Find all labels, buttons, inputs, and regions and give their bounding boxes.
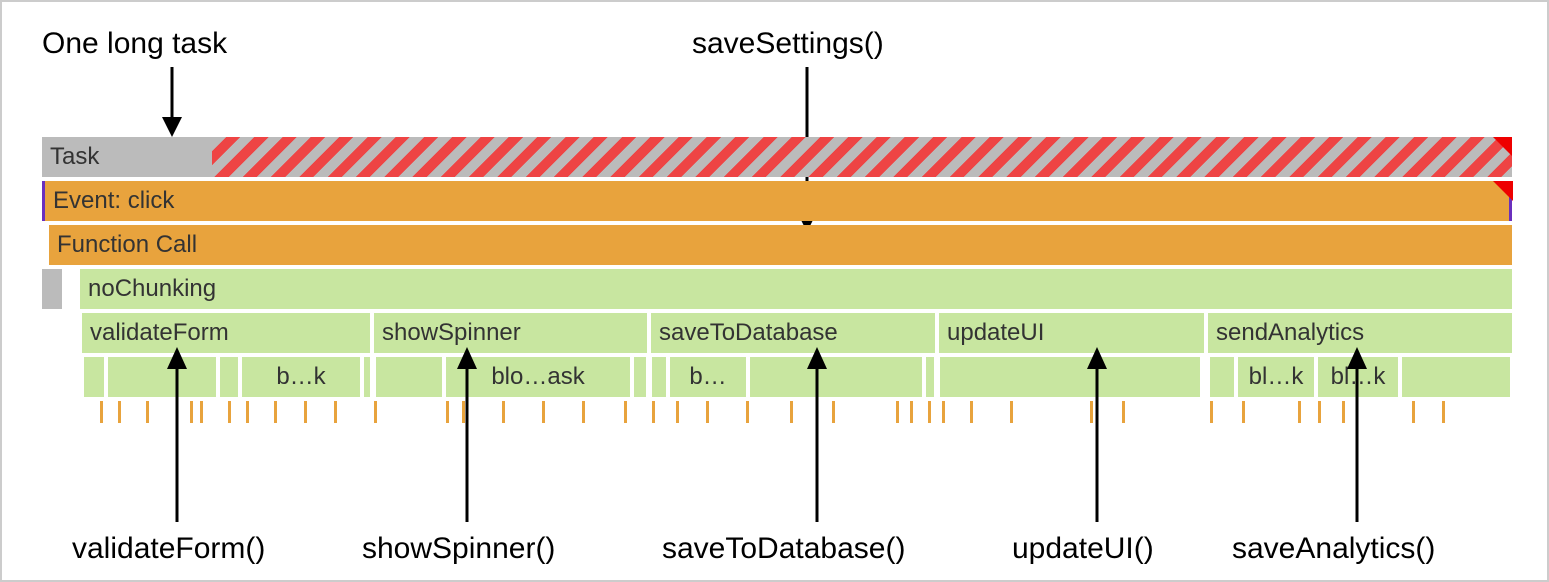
flame-chart: Task Event: click Function Call noChunki… [42,137,1512,441]
tick-mark [582,401,585,423]
bar-task-long [212,137,1512,177]
tick-mark [1342,401,1345,423]
tick-mark [942,401,945,423]
bar-sub [108,357,216,397]
tick-mark [832,401,835,423]
row-subtasks: b…k blo…ask b… bl…k bl…k [42,357,1512,397]
bar-event-click: Event: click [42,181,1512,221]
label-update-ui: updateUI() [1012,532,1154,566]
label-save-analytics: saveAnalytics() [1232,532,1435,566]
bar-sub-bloask: blo…ask [446,357,630,397]
tick-mark [1318,401,1321,423]
tick-mark [1010,401,1013,423]
tick-mark [502,401,505,423]
row-task: Task [42,137,1512,177]
tick-mark [274,401,277,423]
bar-sub [220,357,238,397]
row-event: Event: click [42,181,1512,221]
tick-mark [676,401,679,423]
label-validate-form: validateForm() [72,532,265,566]
bar-sub [634,357,646,397]
label-show-spinner: showSpinner() [362,532,555,566]
tick-mark [334,401,337,423]
tick-mark [1298,401,1301,423]
warning-flag-icon [1493,181,1513,201]
bar-show-spinner: showSpinner [374,313,647,353]
bar-sub [926,357,934,397]
bar-sub [84,357,104,397]
label-save-to-database: saveToDatabase() [662,532,905,566]
tick-mark [928,401,931,423]
tick-mark [1242,401,1245,423]
tick-mark [1210,401,1213,423]
bar-sub-bk: b…k [242,357,360,397]
tick-mark [542,401,545,423]
bar-sub-blk: bl…k [1238,357,1314,397]
bar-sub [364,357,370,397]
tick-mark [896,401,899,423]
bar-validate-form: validateForm [82,313,370,353]
tick-mark [200,401,203,423]
tick-mark [190,401,193,423]
tick-mark [1090,401,1093,423]
bar-sub-blk2: bl…k [1318,357,1398,397]
bar-sub-b: b… [670,357,746,397]
bar-task: Task [42,137,212,177]
label-save-settings: saveSettings() [692,27,884,61]
tick-mark [910,401,913,423]
row-function-call: Function Call [42,225,1512,265]
tick-mark [1442,401,1445,423]
bar-save-to-database: saveToDatabase [651,313,935,353]
bar-sub [750,357,922,397]
tick-mark [1412,401,1415,423]
tick-mark [1122,401,1125,423]
tick-mark [970,401,973,423]
bar-sub [940,357,1200,397]
tick-mark [246,401,249,423]
row-functions: validateForm showSpinner saveToDatabase … [42,313,1512,353]
diagram-frame: One long task saveSettings() Task Event:… [0,0,1549,582]
tick-mark [228,401,231,423]
label-one-long-task: One long task [42,27,227,61]
bar-sub [1402,357,1510,397]
bar-sub [1210,357,1234,397]
bar-send-analytics: sendAnalytics [1208,313,1512,353]
bar-sliver [42,269,62,309]
tick-mark [706,401,709,423]
tick-mark [446,401,449,423]
tick-mark [118,401,121,423]
tick-mark [462,401,465,423]
warning-flag-icon [1493,137,1512,157]
bar-function-call: Function Call [49,225,1512,265]
bar-sub [376,357,442,397]
row-no-chunking: noChunking [42,269,1512,309]
tick-mark [746,401,749,423]
bar-sub [652,357,666,397]
bar-update-ui: updateUI [939,313,1204,353]
tick-mark [100,401,103,423]
row-ticks [42,401,1512,441]
tick-mark [146,401,149,423]
arrow-down-icon [152,67,192,142]
tick-mark [374,401,377,423]
tick-mark [652,401,655,423]
tick-mark [304,401,307,423]
tick-mark [624,401,627,423]
tick-mark [790,401,793,423]
bar-no-chunking: noChunking [80,269,1512,309]
